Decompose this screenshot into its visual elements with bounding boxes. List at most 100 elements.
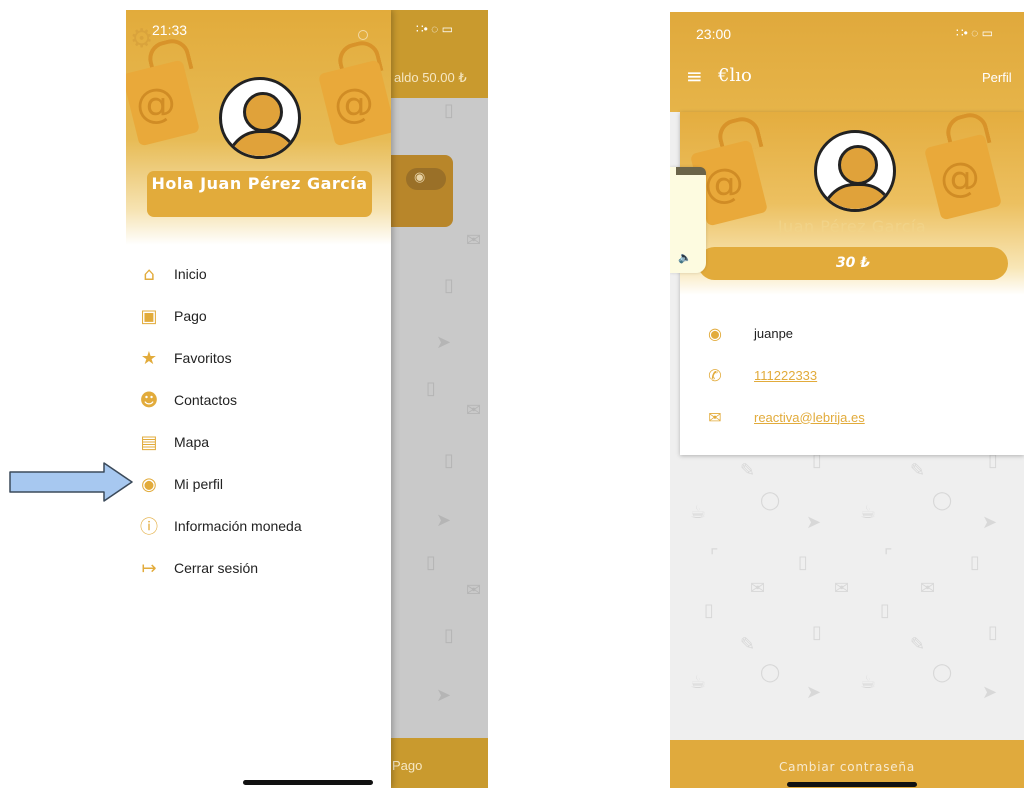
- drawer-header: ⚙ 21:33 @ @ Hola Juan Pérez García: [126, 10, 391, 245]
- app-logo: €lıo: [718, 65, 752, 86]
- pattern-send-icon: ➤: [436, 510, 452, 531]
- home-indicator: [787, 782, 917, 787]
- pattern-cup-icon: ☕: [860, 502, 877, 523]
- pattern-phone-icon: ▯: [970, 552, 980, 573]
- user-circle-icon: ◉: [141, 473, 157, 495]
- menu-item-label: Pago: [174, 308, 207, 324]
- pattern-send-icon: ➤: [982, 512, 998, 533]
- info-icon: ⓘ: [140, 517, 158, 538]
- avatar: [814, 130, 896, 212]
- phone-icon: ✆: [708, 365, 722, 385]
- pattern-cup-icon: ☕: [690, 672, 707, 693]
- map-icon: ▤: [140, 431, 158, 453]
- change-password-label: Cambiar contraseña: [778, 760, 915, 774]
- pattern-send-icon: ➤: [436, 332, 452, 353]
- pattern-send-icon: ➤: [806, 512, 822, 533]
- background-bottom-label: Pago: [392, 758, 423, 773]
- pattern-bracket-icon: ⌜: [884, 546, 893, 567]
- star-icon: ★: [140, 347, 158, 369]
- cash-icon: ▣: [140, 305, 158, 327]
- change-password-button[interactable]: Cambiar contraseña: [670, 740, 1024, 788]
- pattern-mail-icon: ✉: [920, 578, 936, 599]
- status-time: 21:33: [152, 22, 188, 38]
- speaker-icon: 🔈: [678, 251, 692, 264]
- email-link[interactable]: reactiva@lebrija.es: [754, 410, 865, 425]
- pattern-phone-icon: ▯: [704, 600, 714, 621]
- balance-badge: 30 ₺: [698, 247, 1008, 280]
- menu-item-mi-perfil[interactable]: ◉ Mi perfil: [138, 467, 378, 501]
- volume-indicator: 🔈: [670, 167, 706, 273]
- pattern-cup-icon: ☕: [690, 502, 707, 523]
- menu-item-favoritos[interactable]: ★ Favoritos: [138, 341, 378, 375]
- pattern-send-icon: ➤: [806, 682, 822, 703]
- home-icon: ⌂: [143, 263, 155, 285]
- menu-item-cerrar-sesion[interactable]: ↦ Cerrar sesión: [138, 551, 378, 585]
- home-indicator: [243, 780, 373, 785]
- menu-item-mapa[interactable]: ▤ Mapa: [138, 425, 378, 459]
- pattern-tablet-icon: ▯: [444, 275, 454, 296]
- profile-name: Juan Pérez García: [777, 217, 927, 236]
- pattern-tag-icon: ◯: [760, 490, 781, 511]
- pattern-tablet-icon: ▯: [812, 622, 822, 643]
- greeting-label: Hola Juan Pérez García: [147, 171, 372, 217]
- pattern-bracket-icon: ⌜: [710, 546, 719, 567]
- menu-item-pago[interactable]: ▣ Pago: [138, 299, 378, 333]
- right-phone-screen: ✎ ▯ ✎ ▯ ☕ ◯ ➤ ☕ ◯ ➤ ⌜ ▯ ⌜ ▯ ✉ ✉ ✉ ▯ ▯ ▯ …: [670, 12, 1024, 788]
- background-card: [391, 155, 453, 227]
- pattern-tag-icon: ◯: [932, 662, 953, 683]
- user-circle-icon: ◉: [708, 323, 722, 343]
- menu-item-label: Cerrar sesión: [174, 560, 259, 576]
- camera-icon: ◉: [414, 170, 426, 185]
- menu-item-contactos[interactable]: ☻ Contactos: [138, 383, 378, 417]
- phone-link[interactable]: 111222333: [754, 368, 817, 383]
- pattern-pencil-icon: ✎: [910, 460, 926, 481]
- profile-card: @ @ Juan Pérez García 30 ₺ ◉ juanpe ✆ 11…: [680, 112, 1024, 455]
- pattern-send-icon: ➤: [436, 685, 452, 706]
- mail-icon: ✉: [708, 407, 722, 427]
- pattern-mail-icon: ✉: [834, 578, 850, 599]
- pattern-send-icon: ➤: [982, 682, 998, 703]
- dimmed-background[interactable]: [391, 10, 488, 788]
- username-row: ◉ juanpe: [704, 320, 793, 346]
- pattern-phone-icon: ▯: [798, 552, 808, 573]
- pattern-tag-icon: ◯: [932, 490, 953, 511]
- pattern-phone-icon: ▯: [880, 600, 890, 621]
- pattern-pencil-icon: ✎: [740, 634, 756, 655]
- pattern-cup-icon: ☕: [860, 672, 877, 693]
- header-title: Perfil: [982, 70, 1012, 85]
- pattern-tag-icon: ◯: [760, 662, 781, 683]
- menu-item-label: Favoritos: [174, 350, 232, 366]
- app-header: 23:00 ∷• ◌ ▭ ≡ €lıo Perfil: [670, 12, 1024, 112]
- hamburger-menu-icon[interactable]: ≡: [686, 66, 703, 86]
- menu-item-label: Mapa: [174, 434, 210, 450]
- email-row: ✉ reactiva@lebrija.es: [704, 404, 865, 430]
- menu-item-label: Información moneda: [174, 518, 302, 534]
- pattern-pencil-icon: ✎: [910, 634, 926, 655]
- pattern-tablet-icon: ▯: [444, 450, 454, 471]
- profile-card-header: @ @ Juan Pérez García 30 ₺: [680, 112, 1024, 295]
- pattern-tablet-icon: ▯: [444, 100, 454, 121]
- logout-icon: ↦: [141, 557, 157, 579]
- pattern-mail-icon: ✉: [466, 400, 482, 421]
- avatar: [219, 77, 301, 159]
- status-dot-icon: [358, 30, 368, 40]
- navigation-drawer: ⚙ 21:33 @ @ Hola Juan Pérez García ⌂ Ini…: [126, 10, 391, 788]
- pattern-mail-icon: ✉: [750, 578, 766, 599]
- pattern-mail-icon: ✉: [466, 230, 482, 251]
- pattern-tablet-icon: ▯: [988, 622, 998, 643]
- menu-item-label: Contactos: [174, 392, 238, 408]
- username-value: juanpe: [754, 325, 794, 341]
- pattern-phone-icon: ▯: [426, 378, 436, 399]
- pattern-mail-icon: ✉: [466, 580, 482, 601]
- menu-item-label: Inicio: [174, 266, 207, 282]
- pattern-tablet-icon: ▯: [444, 625, 454, 646]
- menu-item-informacion-moneda[interactable]: ⓘ Información moneda: [138, 509, 378, 543]
- pointer-arrow-icon: [9, 462, 133, 502]
- pattern-phone-icon: ▯: [426, 552, 436, 573]
- menu-item-label: Mi perfil: [174, 476, 224, 492]
- contacts-icon: ☻: [139, 389, 159, 411]
- status-icons: ∷• ◌ ▭: [416, 22, 453, 36]
- status-time: 23:00: [696, 26, 732, 42]
- status-icons: ∷• ◌ ▭: [956, 26, 993, 40]
- menu-item-inicio[interactable]: ⌂ Inicio: [138, 257, 378, 291]
